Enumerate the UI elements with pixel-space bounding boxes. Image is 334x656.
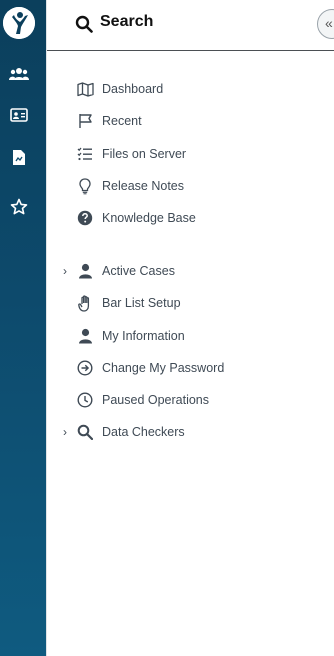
panel-title: Search [100,13,154,30]
search-icon [75,15,93,38]
map-icon [76,80,94,98]
star-icon[interactable] [9,197,29,217]
menu-label: Release Notes [102,179,184,193]
menu-item-files-on-server[interactable]: Files on Server [47,140,334,168]
lightbulb-icon [76,177,94,195]
menu-label: Active Cases [102,264,175,278]
clock-icon [76,391,94,409]
arrow-circle-icon [76,359,94,377]
menu-item-knowledge-base[interactable]: Knowledge Base [47,204,334,232]
menu-item-active-cases[interactable]: › Active Cases [47,257,334,285]
menu-item-data-checkers[interactable]: › Data Checkers [47,418,334,446]
menu-label: Change My Password [102,361,225,375]
menu-label: Paused Operations [102,393,210,407]
menu-item-change-my-password[interactable]: Change My Password [47,354,334,382]
hand-icon [76,294,94,312]
chevron-right-icon[interactable]: › [63,264,67,278]
collapse-button[interactable]: « [317,9,334,39]
question-circle-icon [76,209,94,227]
menu-item-release-notes[interactable]: Release Notes [47,172,334,200]
user-icon [76,262,94,280]
menu-label: Bar List Setup [102,296,181,310]
nav-rail [0,0,46,656]
menu-item-paused-operations[interactable]: Paused Operations [47,386,334,414]
document-icon[interactable] [9,147,29,167]
menu-item-bar-list-setup[interactable]: Bar List Setup [47,289,334,317]
app-logo[interactable] [3,7,35,39]
menu-label: Recent [102,114,142,128]
menu-item-dashboard[interactable]: Dashboard [47,75,334,103]
id-card-icon[interactable] [9,105,29,125]
panel-header: Search « [47,0,334,51]
chevron-left-icon: « [325,15,333,31]
search-panel: Search « Dashboard Recent Files on Serve… [46,0,334,656]
menu-label: Files on Server [102,147,187,161]
menu-label: My Information [102,329,185,343]
menu-label: Dashboard [102,82,164,96]
checklist-icon [76,145,94,163]
menu-label: Data Checkers [102,425,185,439]
menu-item-recent[interactable]: Recent [47,107,334,135]
menu-label: Knowledge Base [102,211,196,225]
flag-icon [76,112,94,130]
menu-item-my-information[interactable]: My Information [47,322,334,350]
chevron-right-icon[interactable]: › [63,425,67,439]
user-icon [76,327,94,345]
search-icon [76,423,94,441]
users-icon[interactable] [9,64,29,84]
